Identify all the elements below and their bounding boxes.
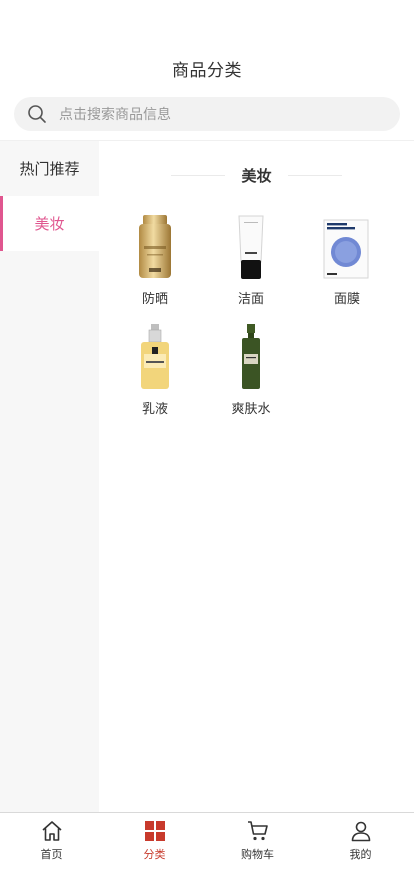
cleanser-tube-icon [221, 214, 281, 280]
tab-profile[interactable]: 我的 [309, 819, 412, 863]
category-icon [144, 821, 165, 841]
sidebar-item-label: 美妆 [34, 215, 65, 233]
product-item-cleanser[interactable]: 洁面 [203, 214, 299, 314]
tab-home[interactable]: 首页 [0, 819, 103, 863]
bottom-tab-bar: 首页 分类 购物车 我的 [0, 812, 414, 896]
home-icon [41, 821, 62, 841]
product-item-lotion[interactable]: 乳液 [107, 324, 203, 424]
section-title: 美妆 [241, 166, 272, 185]
sidebar-item-hot[interactable]: 热门推荐 [0, 141, 99, 196]
tab-category[interactable]: 分类 [103, 819, 206, 863]
header: 商品分类 [0, 0, 414, 92]
product-label: 洁面 [237, 292, 264, 307]
category-content: 美妆 防晒 洁面 面膜 乳液 爽肤水 [99, 141, 414, 812]
section-header: 美妆 [99, 163, 414, 187]
product-item-sunscreen[interactable]: 防晒 [107, 214, 203, 314]
cart-icon [247, 821, 268, 841]
tab-label: 首页 [40, 848, 63, 861]
tab-label: 购物车 [241, 848, 274, 861]
sidebar-item-label: 热门推荐 [19, 160, 80, 178]
product-label: 面膜 [333, 292, 360, 307]
product-label: 防晒 [141, 292, 168, 307]
section-line-right [287, 174, 342, 176]
tab-label: 分类 [143, 848, 166, 861]
tab-label: 我的 [349, 848, 372, 861]
lotion-bottle-icon [125, 324, 185, 390]
sunscreen-bottle-icon [125, 214, 185, 280]
product-label: 乳液 [141, 402, 168, 417]
tab-cart[interactable]: 购物车 [206, 819, 309, 863]
user-icon [351, 821, 370, 842]
face-mask-pack-icon [317, 214, 377, 280]
search-bar[interactable]: 点击搜索商品信息 [14, 97, 400, 131]
product-item-toner[interactable]: 爽肤水 [203, 324, 299, 424]
product-item-mask[interactable]: 面膜 [299, 214, 395, 314]
section-line-left [171, 174, 226, 176]
category-sidebar: 热门推荐 美妆 [0, 141, 99, 812]
product-label: 爽肤水 [231, 402, 271, 417]
search-placeholder: 点击搜索商品信息 [59, 107, 171, 123]
search-icon [28, 105, 46, 123]
page-title: 商品分类 [172, 61, 242, 81]
sidebar-item-makeup[interactable]: 美妆 [0, 196, 99, 251]
toner-bottle-icon [221, 324, 281, 390]
